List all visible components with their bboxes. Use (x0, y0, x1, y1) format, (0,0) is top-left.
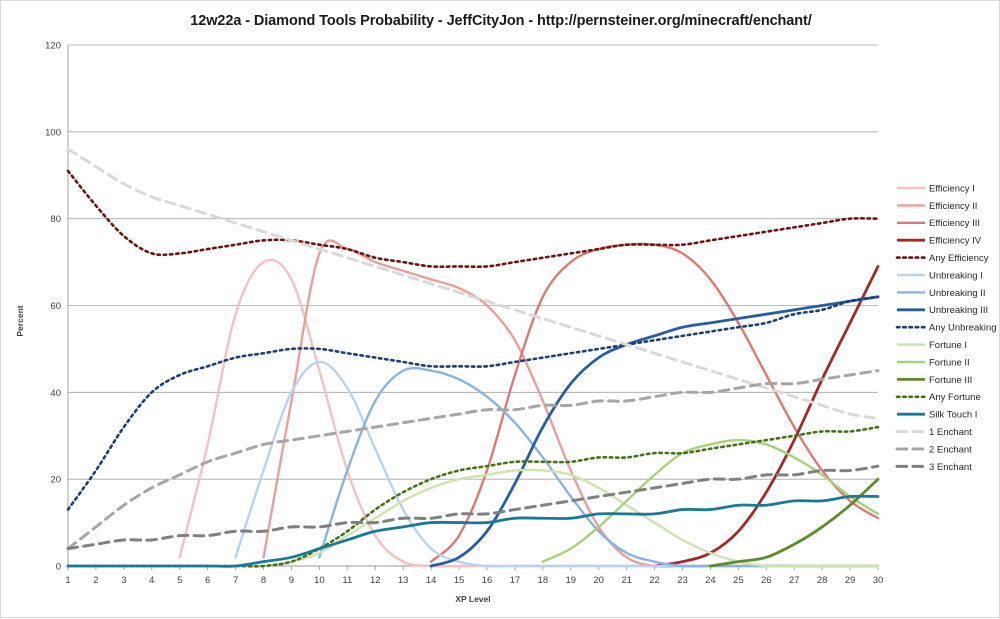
legend-label: Efficiency IV (929, 236, 982, 247)
legend-label: Fortune I (929, 340, 967, 351)
x-tick-label: 30 (873, 575, 884, 586)
x-tick-label: 25 (733, 575, 744, 586)
y-tick-label: 0 (56, 562, 61, 573)
x-axis-title: XP Level (455, 594, 490, 604)
series-line-1-enchant (66, 147, 880, 420)
x-tick-label: 21 (621, 575, 632, 586)
x-tick-label: 11 (342, 575, 352, 586)
legend-label: Efficiency I (929, 183, 975, 194)
x-tick-label: 16 (482, 575, 493, 586)
x-tick-label: 18 (538, 575, 549, 586)
legend-label: Efficiency II (929, 201, 977, 212)
x-tick-label: 19 (565, 575, 576, 586)
x-tick-label: 17 (510, 575, 521, 586)
legend-label: Unbreaking II (929, 288, 986, 299)
series-line-fortune-iii (709, 477, 880, 568)
y-tick-label: 80 (50, 214, 61, 225)
x-tick-label: 14 (426, 575, 437, 586)
x-tick-label: 15 (454, 575, 465, 586)
x-tick-label: 2 (93, 575, 98, 586)
legend-label: Fortune II (929, 357, 970, 368)
legend-label: Any Unbreaking (929, 323, 997, 334)
x-tick-label: 12 (370, 575, 381, 586)
series-line-efficiency-iv (653, 265, 880, 568)
x-tick-label: 3 (121, 575, 126, 586)
x-tick-label: 24 (705, 575, 716, 586)
y-tick-label: 120 (45, 41, 61, 52)
legend-label: 1 Enchant (929, 427, 972, 438)
legend-label: Any Efficiency (929, 253, 989, 264)
y-axis-title: Percent (15, 305, 25, 336)
series-lines (66, 147, 880, 568)
chart-container: 12w22a - Diamond Tools Probability - Jef… (0, 0, 1000, 618)
x-tick-label: 26 (761, 575, 772, 586)
x-tick-label: 10 (314, 575, 325, 586)
gridlines (67, 44, 878, 567)
legend-label: Efficiency III (929, 218, 980, 229)
legend-label: Fortune III (929, 375, 972, 386)
x-tick-label: 9 (289, 575, 294, 586)
y-tick-label: 20 (50, 475, 61, 486)
x-tick-label: 1 (65, 575, 70, 586)
x-tick-label: 22 (649, 575, 660, 586)
x-tick-label: 27 (789, 575, 800, 586)
x-tick-label: 28 (817, 575, 828, 586)
x-tick-label: 6 (205, 575, 210, 586)
legend-label: 2 Enchant (929, 444, 972, 455)
x-tick-label: 13 (398, 575, 409, 586)
y-tick-label: 100 (45, 127, 61, 138)
x-tick-label: 23 (677, 575, 688, 586)
y-tick-label: 60 (50, 301, 61, 312)
legend-label: Unbreaking III (929, 305, 988, 316)
legend-label: Any Fortune (929, 392, 981, 403)
chart-legend: Efficiency I Efficiency II Efficiency III E… (895, 183, 997, 473)
x-tick-label: 4 (149, 575, 154, 586)
x-axis-ticks: 1 2 3 4 5 6 7 8 9 10 11 12 13 14 15 16 17 18 19 20 21 22 23 24 2… (65, 566, 883, 586)
x-tick-label: 7 (233, 575, 238, 586)
chart-plot-area: 020406080100120 1 2 3 4 5 6 7 8 9 10 11 12 13 14 15 16 1… (15, 41, 997, 605)
legend-label: Unbreaking I (929, 270, 983, 281)
x-tick-label: 5 (177, 575, 182, 586)
x-tick-label: 20 (593, 575, 604, 586)
y-axis-ticks: 0 20 40 60 80 100 120 (45, 41, 61, 573)
x-tick-label: 8 (261, 575, 266, 586)
legend-label: 3 Enchant (929, 462, 972, 473)
x-tick-label: 29 (845, 575, 856, 586)
legend-label: Silk Touch I (929, 410, 977, 421)
y-tick-label: 40 (50, 388, 61, 399)
